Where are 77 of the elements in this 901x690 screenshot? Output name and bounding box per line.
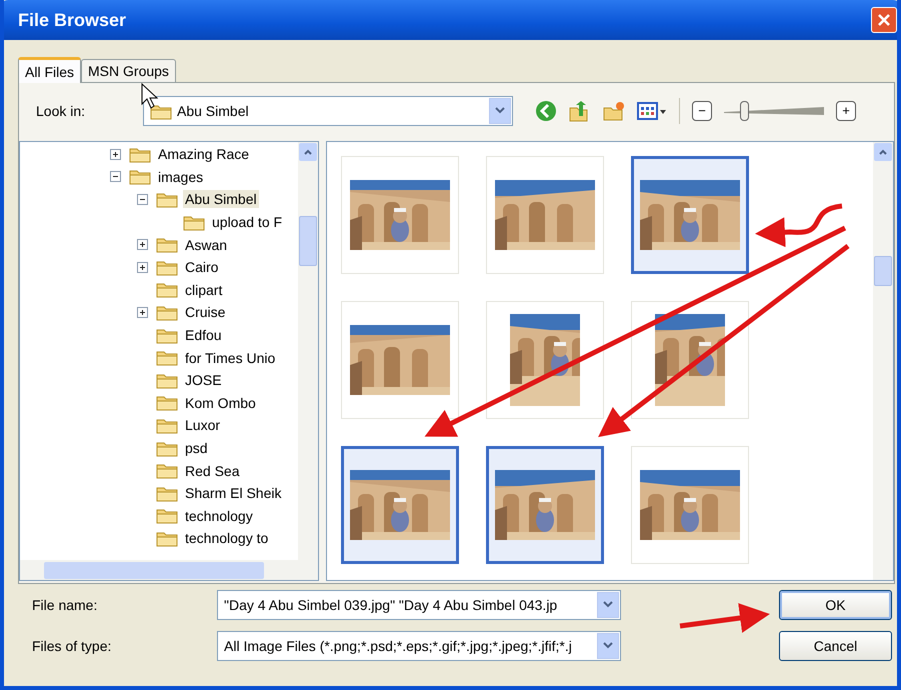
folder-icon	[156, 530, 178, 547]
window-title: File Browser	[18, 10, 126, 30]
chevron-up-icon	[879, 149, 887, 155]
folder-item[interactable]: upload to F	[210, 213, 284, 232]
folder-item[interactable]: Edfou	[183, 326, 224, 344]
scroll-up-button[interactable]	[874, 143, 892, 161]
folder-item[interactable]: for Times Unio	[183, 348, 278, 367]
mouse-pointer-icon	[142, 82, 158, 109]
file-type-dropdown[interactable]: All Image Files (*.png;*.psd;*.eps;*.gif;*.jpg;*.jpeg;*.jfif;*.j	[217, 630, 621, 660]
slider-track[interactable]	[724, 106, 824, 116]
folder-icon	[156, 349, 178, 366]
folder-icon	[156, 394, 178, 412]
file-name-field[interactable]: "Day 4 Abu Simbel 039.jpg" "Day 4 Abu Simbel 043.jp	[217, 590, 621, 620]
folder-icon	[156, 281, 178, 298]
file-type-label: Files of type:	[32, 638, 112, 654]
zoom-in-button[interactable]: +	[836, 101, 856, 121]
folder-item[interactable]: Sharm El Sheik	[183, 484, 284, 502]
close-button[interactable]	[871, 7, 897, 33]
ok-button[interactable]: OK	[779, 590, 892, 620]
scroll-up-button[interactable]	[299, 143, 317, 161]
look-in-label: Look in:	[36, 103, 86, 119]
folder-icon	[156, 190, 178, 208]
folder-item[interactable]: Kom Ombo	[183, 394, 258, 412]
close-icon	[877, 13, 891, 27]
vertical-scrollbar[interactable]	[873, 142, 893, 580]
expand-icon[interactable]	[137, 239, 148, 250]
folder-item[interactable]: technology to	[183, 529, 270, 548]
folder-item[interactable]: Red Sea	[183, 462, 242, 480]
expand-icon[interactable]	[137, 262, 148, 273]
tab[interactable]: All Files	[18, 57, 82, 83]
folder-item[interactable]: JOSE	[183, 371, 224, 390]
collapse-icon[interactable]	[110, 171, 121, 182]
folder-icon	[156, 462, 178, 480]
scroll-thumb[interactable]	[874, 256, 892, 286]
folder-icon	[129, 146, 151, 163]
vertical-scrollbar[interactable]	[298, 142, 318, 560]
expand-icon[interactable]	[137, 306, 148, 318]
scroll-thumb[interactable]	[299, 216, 317, 266]
folder-icon	[129, 168, 151, 186]
folder-item[interactable]: Aswan	[183, 236, 230, 254]
folder-icon	[156, 440, 178, 457]
folder-item[interactable]: Luxor	[183, 416, 222, 434]
image-thumbnail[interactable]	[631, 156, 749, 274]
folder-item[interactable]: technology	[183, 506, 255, 525]
new-folder-icon[interactable]	[603, 100, 625, 122]
tab[interactable]: MSN Groups	[81, 59, 176, 82]
folder-icon	[156, 484, 178, 502]
folder-icon	[156, 236, 178, 254]
zoom-out-button[interactable]: −	[692, 101, 712, 121]
scroll-thumb[interactable]	[44, 562, 264, 578]
folder-icon	[156, 507, 178, 524]
image-thumbnail[interactable]	[341, 446, 459, 564]
file-name-label: File name:	[32, 596, 98, 612]
back-icon[interactable]	[535, 100, 557, 122]
folder-item[interactable]: Cruise	[183, 303, 228, 322]
slider-thumb[interactable]	[740, 101, 749, 121]
expand-icon[interactable]	[110, 148, 121, 160]
folder-item[interactable]: Amazing Race	[156, 145, 252, 164]
image-thumbnail[interactable]	[486, 446, 604, 564]
cancel-button[interactable]: Cancel	[779, 630, 892, 660]
look-in-dropdown[interactable]: Abu Simbel	[143, 96, 513, 126]
horizontal-scrollbar[interactable]	[20, 560, 318, 580]
folder-item[interactable]: psd	[183, 439, 210, 458]
chevron-up-icon	[304, 149, 312, 155]
folder-icon	[156, 304, 178, 321]
folder-item[interactable]: images	[156, 168, 206, 186]
folder-icon	[156, 372, 178, 389]
folder-icon	[183, 214, 205, 231]
collapse-icon[interactable]	[137, 194, 148, 205]
folder-icon	[156, 416, 178, 434]
folder-icon	[156, 258, 178, 276]
views-icon[interactable]	[637, 101, 667, 121]
zoom-slider[interactable]	[724, 100, 824, 122]
folder-item[interactable]: clipart	[183, 280, 224, 299]
folder-item[interactable]: Abu Simbel	[183, 190, 259, 208]
folder-icon	[156, 326, 178, 344]
folder-item[interactable]: Cairo	[183, 258, 220, 276]
